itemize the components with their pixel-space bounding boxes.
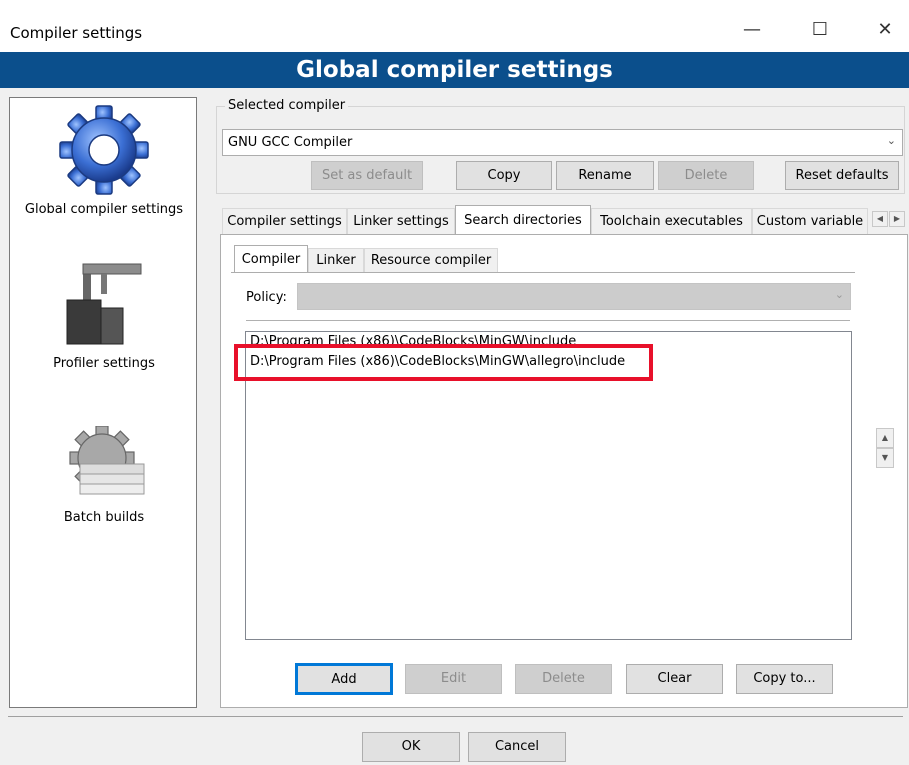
window-title: Compiler settings (10, 24, 143, 42)
cancel-button[interactable]: Cancel (468, 732, 566, 762)
delete-directory-button[interactable]: Delete (515, 664, 612, 694)
settings-nav: Global compiler settings Profiler settin… (9, 97, 197, 708)
tab-scroll-right-icon[interactable]: ▶ (889, 211, 905, 227)
tab-scroll-left-icon[interactable]: ◀ (872, 211, 888, 227)
clear-directories-button[interactable]: Clear (626, 664, 723, 694)
compiler-select[interactable]: GNU GCC Compiler ⌄ (222, 129, 903, 156)
nav-label-batch-builds: Batch builds (63, 510, 145, 525)
highlight-annotation (234, 344, 653, 381)
tab-search-directories[interactable]: Search directories (455, 205, 591, 235)
reset-defaults-button[interactable]: Reset defaults (785, 161, 899, 190)
subtab-compiler[interactable]: Compiler (234, 245, 308, 273)
add-directory-button[interactable]: Add (295, 663, 393, 695)
nav-label-profiler: Profiler settings (53, 356, 155, 371)
tab-linker-settings[interactable]: Linker settings (347, 208, 455, 234)
rename-compiler-button[interactable]: Rename (556, 161, 654, 190)
tab-toolchain-executables[interactable]: Toolchain executables (591, 208, 752, 234)
copy-to-button[interactable]: Copy to... (736, 664, 833, 694)
policy-separator (246, 320, 850, 321)
copy-compiler-button[interactable]: Copy (456, 161, 552, 190)
compiler-select-value: GNU GCC Compiler (228, 135, 353, 150)
chevron-down-icon: ⌄ (834, 288, 844, 301)
footer-separator (8, 716, 903, 717)
chevron-down-icon: ⌄ (886, 134, 896, 147)
batch-gear-icon (60, 425, 150, 501)
move-up-icon[interactable]: ▲ (876, 428, 894, 448)
tab-compiler-settings[interactable]: Compiler settings (222, 208, 347, 234)
minimize-icon[interactable]: — (732, 10, 772, 50)
title-bar: Compiler settings — ☐ ✕ (0, 0, 909, 52)
caliper-icon (65, 256, 145, 346)
maximize-icon[interactable]: ☐ (800, 10, 840, 50)
nav-item-batch-builds[interactable]: Batch builds (10, 416, 198, 536)
gear-icon (54, 100, 154, 200)
set-as-default-button[interactable]: Set as default (311, 161, 423, 190)
move-down-icon[interactable]: ▼ (876, 448, 894, 468)
policy-select[interactable]: ⌄ (297, 283, 851, 310)
subtab-resource-compiler[interactable]: Resource compiler (364, 248, 498, 272)
subtab-divider (231, 272, 855, 273)
selected-compiler-legend: Selected compiler (225, 98, 349, 113)
close-icon[interactable]: ✕ (865, 10, 905, 50)
nav-item-global-compiler[interactable]: Global compiler settings (10, 98, 198, 228)
page-title: Global compiler settings (0, 52, 909, 88)
nav-label-global-compiler: Global compiler settings (24, 202, 184, 217)
tab-custom-variables[interactable]: Custom variable (752, 208, 868, 234)
ok-button[interactable]: OK (362, 732, 460, 762)
edit-directory-button[interactable]: Edit (405, 664, 502, 694)
subtab-linker[interactable]: Linker (308, 248, 364, 272)
nav-item-profiler[interactable]: Profiler settings (10, 248, 198, 378)
delete-compiler-button[interactable]: Delete (658, 161, 754, 190)
policy-label: Policy: (246, 290, 287, 305)
